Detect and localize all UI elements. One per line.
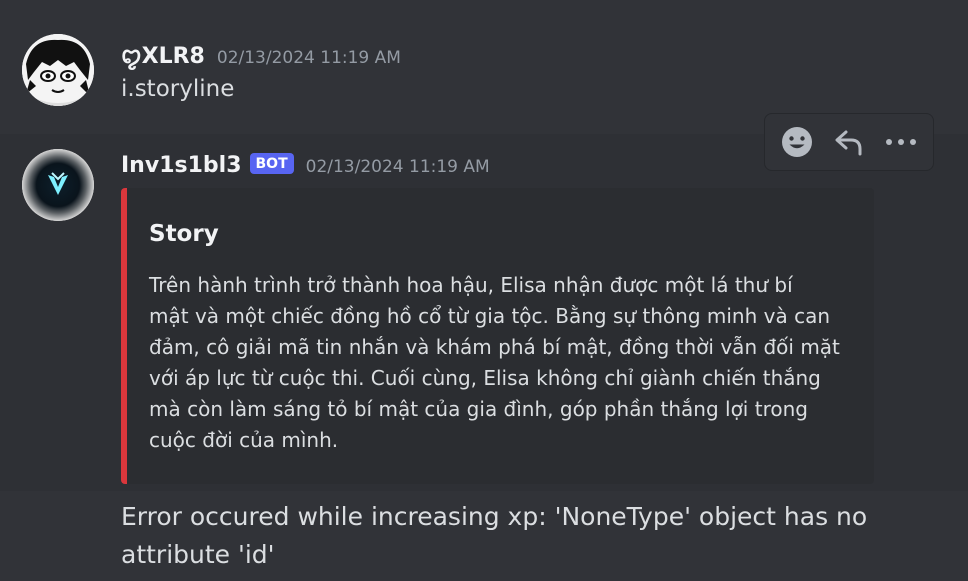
embed-description: Trên hành trình trở thành hoa hậu, Elisa… bbox=[149, 270, 864, 456]
embed-description-line: mà còn làm sáng tỏ bí mật của gia đình, … bbox=[149, 397, 808, 421]
more-options-icon bbox=[886, 139, 916, 145]
embed-description-line: cuộc đời của mình. bbox=[149, 428, 339, 452]
username[interactable]: Inv1s1bl3 bbox=[121, 153, 242, 178]
embed-description-line: với áp lực từ cuộc thi. Cuối cùng, Elisa… bbox=[149, 366, 821, 390]
reply-icon bbox=[835, 130, 862, 156]
embed-title: Story bbox=[149, 221, 219, 247]
embed-description-line: đảm, cô giải mã tin nhắn và khám phá bí … bbox=[149, 335, 840, 359]
manga-avatar-icon bbox=[22, 34, 94, 106]
embed-description-line: mật và một chiếc đồng hồ cổ từ gia tộc. … bbox=[149, 304, 831, 328]
reply-button[interactable] bbox=[827, 120, 871, 164]
username[interactable]: ꨄXLR8 bbox=[121, 38, 205, 71]
bot-avatar-icon bbox=[22, 149, 94, 221]
message-content: i.storyline bbox=[121, 76, 235, 102]
embed: Story Trên hành trình trở thành hoa hậu,… bbox=[121, 188, 874, 484]
followup-line: attribute 'id' bbox=[121, 540, 275, 569]
followup-message: Error occured while increasing xp: 'None… bbox=[121, 498, 867, 574]
message-toolbar bbox=[764, 113, 934, 171]
embed-description-line: Trên hành trình trở thành hoa hậu, Elisa… bbox=[149, 273, 793, 297]
bot-tag: BOT bbox=[249, 153, 294, 174]
timestamp[interactable]: 02/13/2024 11:19 AM bbox=[217, 48, 401, 68]
add-reaction-button[interactable] bbox=[775, 120, 819, 164]
avatar[interactable] bbox=[22, 149, 94, 221]
timestamp[interactable]: 02/13/2024 11:19 AM bbox=[306, 157, 490, 177]
avatar[interactable] bbox=[22, 34, 94, 106]
followup-line: Error occured while increasing xp: 'None… bbox=[121, 502, 868, 531]
more-options-button[interactable] bbox=[879, 120, 923, 164]
add-reaction-icon bbox=[782, 127, 812, 157]
